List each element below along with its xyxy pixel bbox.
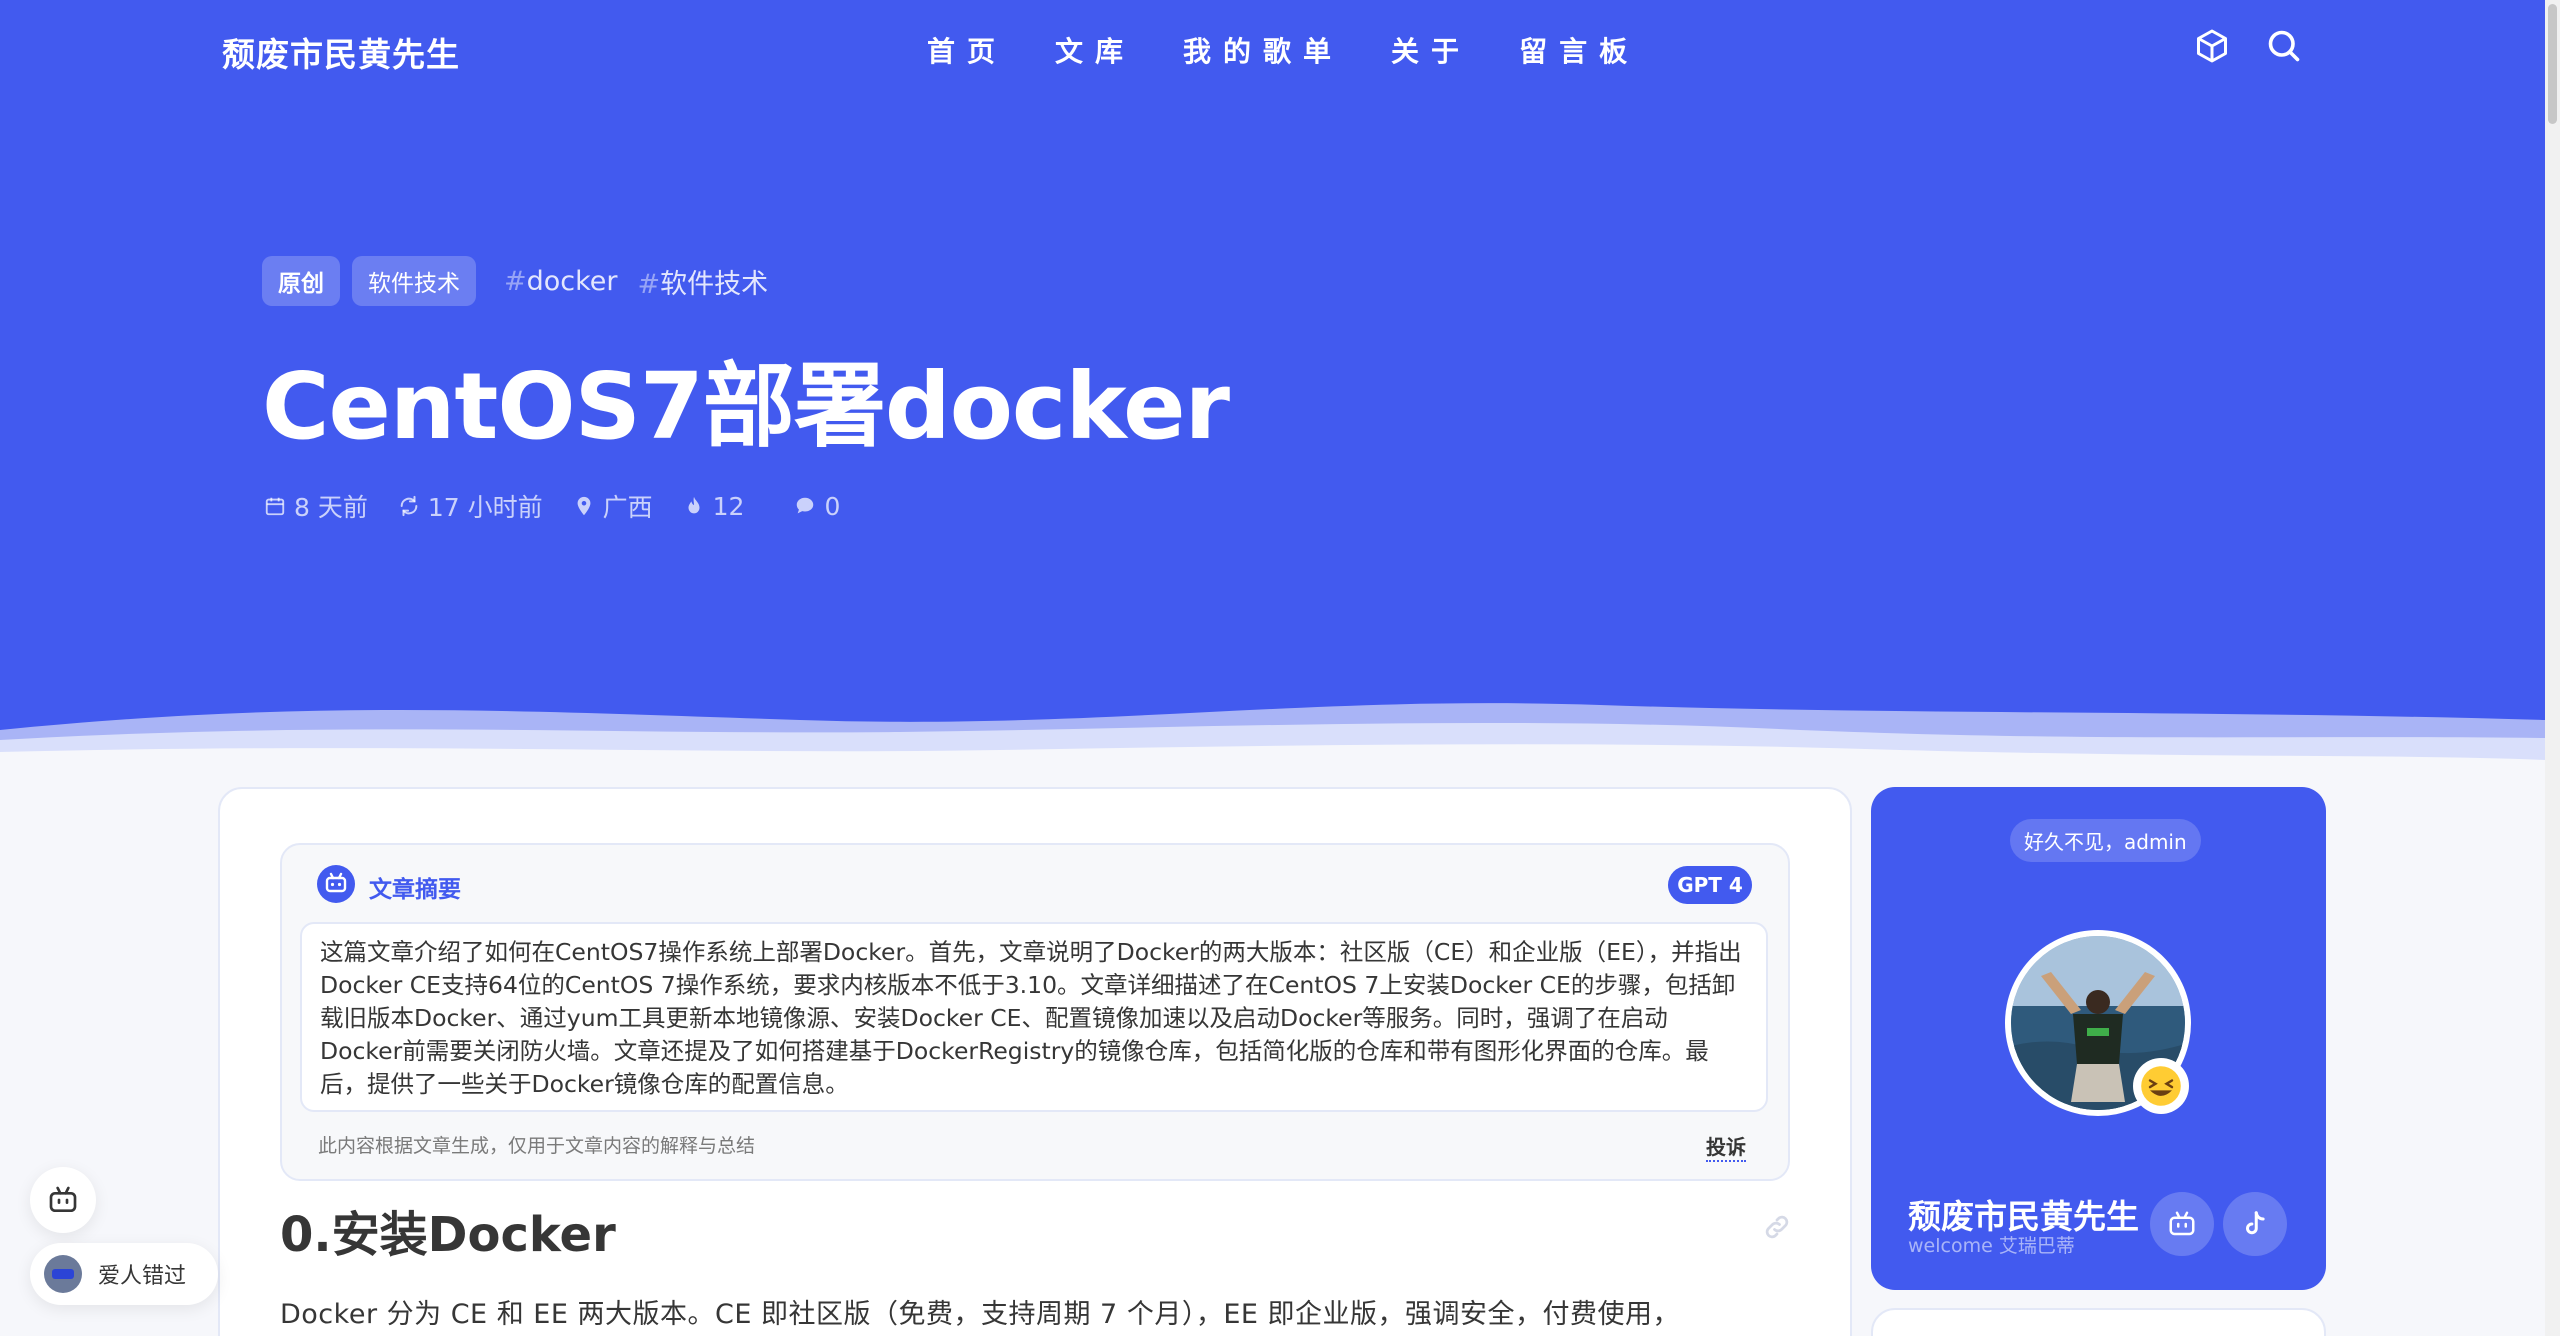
summary-title: 文章摘要 [369, 877, 461, 903]
main-nav: 首页 文库 我的歌单 关于 留言板 [927, 30, 1687, 70]
meta-location: 广西 [573, 488, 653, 524]
meta-location-text: 广西 [602, 493, 653, 522]
nav-item-home[interactable]: 首页 [927, 30, 1007, 70]
link-anchor-icon[interactable] [1762, 1212, 1792, 1242]
tag-docker-label: docker [526, 265, 618, 297]
summary-disclaimer: 此内容根据文章生成，仅用于文章内容的解释与总结 [318, 1135, 756, 1157]
scrollbar-thumb[interactable] [2548, 4, 2557, 124]
album-cover [44, 1255, 82, 1293]
float-robot-button[interactable] [30, 1167, 96, 1233]
nav-item-library[interactable]: 文库 [1055, 30, 1135, 70]
hero-waves [0, 703, 2545, 800]
meta-views-text: 12 [712, 491, 745, 521]
meta-updated-text: 17 小时前 [427, 493, 543, 522]
meta-published-text: 8 天前 [294, 493, 368, 522]
author-welcome: welcome 艾瑞巴蒂 [1908, 1235, 2075, 1257]
article-paragraph: Docker 分为 CE 和 EE 两大版本。CE 即社区版（免费，支持周期 7… [280, 1299, 1681, 1330]
tiktok-icon [2246, 1211, 2265, 1235]
nav-item-guestbook[interactable]: 留言板 [1519, 30, 1639, 70]
nav-item-about[interactable]: 关于 [1391, 30, 1471, 70]
flame-icon [688, 496, 700, 514]
summary-text: 这篇文章介绍了如何在CentOS7操作系统上部署Docker。首先，文章说明了D… [300, 922, 1768, 1112]
bilibili-button[interactable] [2150, 1192, 2214, 1256]
calendar-icon [265, 497, 285, 516]
meta-published: 8 天前 [264, 488, 368, 524]
greeting-bubble: 好久不见，admin [2010, 819, 2201, 862]
tag-software-label: 软件技术 [660, 268, 769, 300]
post-meta: 8 天前 17 小时前 广西 12 0 [264, 488, 870, 524]
post-tag-row: 原创 软件技术 #docker #软件技术 [262, 256, 788, 306]
meta-comments[interactable]: 0 [794, 492, 840, 521]
tag-docker[interactable]: #docker [504, 266, 618, 297]
meta-comments-text: 0 [824, 491, 841, 521]
location-pin-icon [577, 496, 591, 516]
post-title: CentOS7部署docker [262, 353, 1230, 460]
sidebar-next-card [1871, 1308, 2326, 1336]
status-emoji-icon [2133, 1058, 2189, 1114]
nav-item-playlist[interactable]: 我的歌单 [1183, 30, 1343, 70]
music-player-pill[interactable]: 爱人错过 [30, 1243, 218, 1305]
refresh-icon [400, 495, 418, 517]
comment-icon [797, 497, 814, 514]
tag-software[interactable]: #软件技术 [638, 262, 769, 301]
gpt-badge[interactable]: GPT 4 [1668, 866, 1752, 904]
search-icon[interactable] [2266, 28, 2302, 64]
category-badge[interactable]: 软件技术 [352, 256, 476, 306]
robot-icon [317, 865, 355, 903]
robot-icon [49, 1186, 77, 1212]
meta-updated: 17 小时前 [398, 488, 543, 524]
tiktok-button[interactable] [2223, 1192, 2287, 1256]
meta-views: 12 [683, 491, 745, 521]
music-title: 爱人错过 [98, 1264, 187, 1289]
original-badge[interactable]: 原创 [262, 256, 340, 306]
cube-icon[interactable] [2194, 28, 2230, 64]
site-logo[interactable]: 颓废市民黄先生 [222, 28, 460, 76]
bilibili-icon [2169, 1211, 2195, 1236]
scrollbar[interactable] [2545, 0, 2560, 1336]
report-link[interactable]: 投诉 [1706, 1131, 1746, 1162]
section-heading: 0.安装Docker [280, 1207, 616, 1263]
